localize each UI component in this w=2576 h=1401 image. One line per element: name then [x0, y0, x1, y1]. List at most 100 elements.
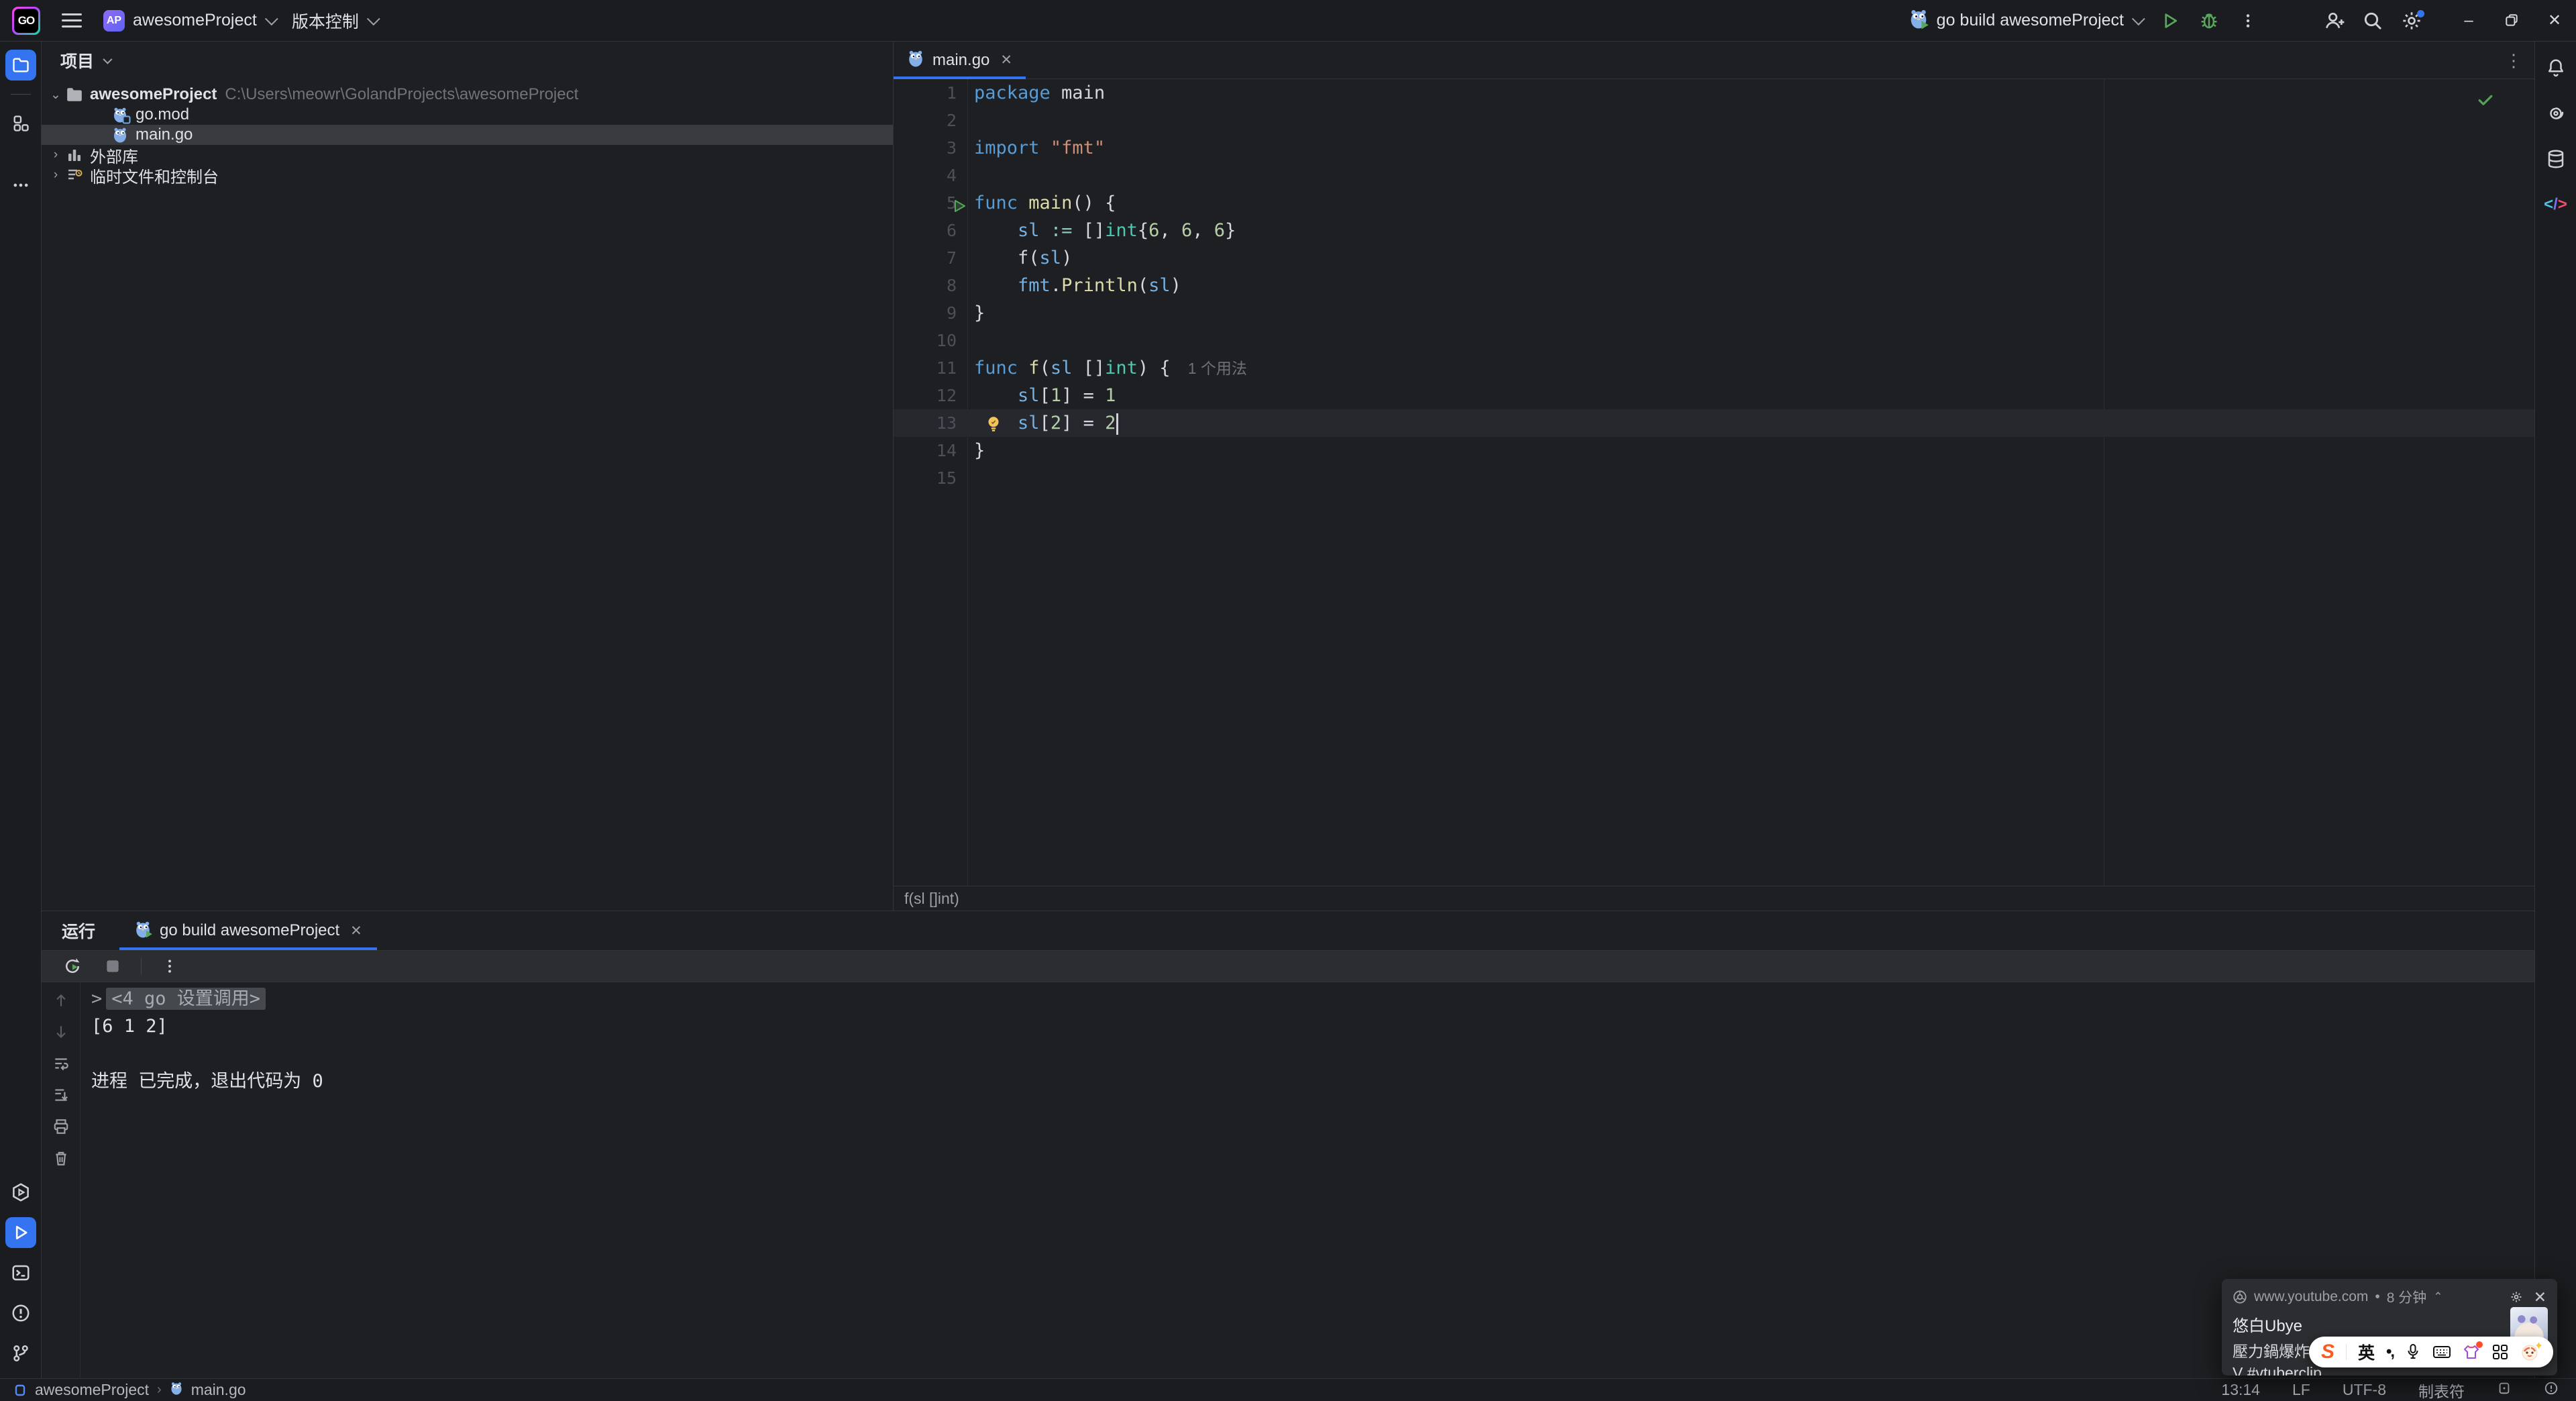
code-line-5[interactable]: 5 func main() {	[894, 189, 2534, 217]
code-icon: </>	[2544, 195, 2567, 213]
code-line-10[interactable]: 10	[894, 327, 2534, 354]
tab-main-go[interactable]: main.go ✕	[894, 42, 1026, 79]
tree-chevron-icon[interactable]: ›	[47, 168, 64, 183]
code-line-1[interactable]: 1 package main	[894, 79, 2534, 107]
usages-inlay-hint[interactable]: 1 个用法	[1188, 360, 1247, 377]
kebab-icon	[2246, 13, 2250, 28]
minimize-button[interactable]: –	[2447, 0, 2490, 42]
tab-options-button[interactable]: ⋮	[2505, 52, 2522, 69]
tree-item-go-mod[interactable]: go.mod	[42, 105, 893, 125]
fold-expander-icon[interactable]: >	[91, 988, 102, 1009]
tree-item-main-go[interactable]: main.go	[42, 125, 893, 145]
line-number: 15	[936, 468, 957, 488]
clear-console-button[interactable]	[51, 1148, 71, 1168]
console-command-fold[interactable]: > <4 go 设置调用>	[91, 985, 2534, 1013]
code-line-11[interactable]: 11 func f(sl []int) {1 个用法	[894, 354, 2534, 382]
scroll-to-end-button[interactable]	[51, 1085, 71, 1105]
tree-item--[interactable]: › 外部库	[42, 145, 893, 166]
tree-item-label: awesomeProject	[90, 85, 217, 103]
sogou-logo-icon[interactable]: S	[2321, 1341, 2334, 1363]
project-widget[interactable]: AP awesomeProject	[103, 9, 278, 32]
status-item[interactable]: 13:14	[2221, 1381, 2260, 1399]
prev-occurrence-button[interactable]	[51, 990, 71, 1010]
keyboard-icon[interactable]	[2432, 1344, 2451, 1360]
status-item[interactable]: UTF-8	[2343, 1381, 2386, 1399]
debug-button[interactable]	[2190, 6, 2229, 36]
breadcrumb[interactable]: f(sl []int)	[894, 886, 2534, 911]
services-tool-button[interactable]	[5, 1177, 36, 1208]
toolbox-grid-icon[interactable]	[2491, 1343, 2509, 1361]
status-item[interactable]: 制表符	[2418, 1379, 2465, 1401]
run-tool-button[interactable]	[5, 1217, 36, 1248]
code-line-14[interactable]: 14}	[894, 437, 2534, 464]
database-button[interactable]	[2540, 144, 2571, 174]
status-file[interactable]: main.go	[191, 1381, 246, 1399]
code-line-12[interactable]: 12 sl[1] = 1	[894, 382, 2534, 409]
soft-wrap-button[interactable]	[51, 1053, 71, 1074]
console-toolbar	[42, 982, 80, 1378]
run-console[interactable]: > <4 go 设置调用> [6 1 2] 进程 已完成，退出代码为 0	[80, 982, 2534, 1378]
tree-item--[interactable]: › 临时文件和控制台	[42, 165, 893, 187]
status-project[interactable]: awesomeProject	[35, 1381, 149, 1399]
next-occurrence-button[interactable]	[51, 1022, 71, 1042]
editor-body[interactable]: 1 package main 2 3 import "fmt" 4 5 func main()…	[894, 79, 2534, 886]
problems-tool-button[interactable]	[5, 1298, 36, 1329]
tree-chevron-icon[interactable]: ›	[47, 148, 64, 162]
git-tool-button[interactable]	[5, 1338, 36, 1369]
code-with-me-button[interactable]	[2314, 6, 2353, 36]
vcs-widget[interactable]: 版本控制	[292, 9, 380, 33]
collapse-icon[interactable]: ⌃	[2433, 1290, 2443, 1304]
more-actions-button[interactable]	[2229, 6, 2267, 36]
notification-close-icon[interactable]: ✕	[2534, 1288, 2546, 1306]
inspections-ok-icon[interactable]	[2475, 90, 2496, 113]
terminal-tool-button[interactable]	[5, 1257, 36, 1288]
library-icon	[64, 147, 85, 163]
code-line-9[interactable]: 9}	[894, 299, 2534, 327]
run-tab-go-build[interactable]: go build awesomeProject ✕	[119, 911, 377, 950]
emoji-face-icon[interactable]: ✦	[2520, 1341, 2543, 1361]
structure-tool-button[interactable]	[5, 108, 36, 139]
close-button[interactable]: ✕	[2533, 0, 2576, 42]
maximize-button[interactable]	[2490, 0, 2533, 42]
tab-close-icon[interactable]: ✕	[1000, 52, 1012, 68]
code-line-8[interactable]: 8 fmt.Println(sl)	[894, 272, 2534, 299]
code-line-7[interactable]: 7 f(sl)	[894, 244, 2534, 272]
print-button[interactable]	[51, 1117, 71, 1137]
code-line-4[interactable]: 4	[894, 162, 2534, 189]
ime-language-toggle[interactable]: 英	[2358, 1340, 2375, 1364]
editor-tab-bar: main.go ✕ ⋮	[894, 42, 2534, 79]
more-tool-windows-button[interactable]	[5, 170, 36, 201]
code-line-13[interactable]: 13 sl[2] = 2	[894, 409, 2534, 437]
code-line-3[interactable]: 3 import "fmt"	[894, 134, 2534, 162]
project-tool-button[interactable]	[5, 50, 36, 81]
stop-button[interactable]	[101, 954, 125, 978]
main-menu-icon[interactable]	[58, 9, 86, 32]
search-everywhere-button[interactable]	[2353, 6, 2392, 36]
status-readonly-toggle[interactable]	[2497, 1381, 2512, 1400]
ime-punctuation-toggle[interactable]: •,	[2386, 1343, 2395, 1361]
ime-toolbar[interactable]: S 英 •, ✦	[2309, 1337, 2553, 1367]
run-options-button[interactable]	[158, 954, 182, 978]
microphone-icon[interactable]	[2405, 1343, 2421, 1361]
status-item[interactable]: LF	[2292, 1381, 2310, 1399]
code-line-15[interactable]: 15	[894, 464, 2534, 492]
rerun-button[interactable]	[60, 954, 85, 978]
notification-settings-icon[interactable]	[2510, 1290, 2523, 1304]
goland-window: GO AP awesomeProject 版本控制 go build aweso…	[0, 0, 2576, 1401]
code-line-6[interactable]: 6 sl := []int{6, 6, 6}	[894, 217, 2534, 244]
notifications-button[interactable]	[2540, 52, 2571, 83]
tree-item-awesomeproject[interactable]: ⌄ awesomeProject C:\Users\meowr\GolandProj…	[42, 85, 893, 105]
code-line-2[interactable]: 2	[894, 107, 2534, 134]
code-tools-button[interactable]: </>	[2540, 189, 2571, 220]
run-tab-close-icon[interactable]: ✕	[350, 923, 362, 939]
ai-assistant-button[interactable]	[2540, 98, 2571, 129]
skin-icon[interactable]	[2463, 1341, 2483, 1360]
settings-button[interactable]	[2392, 6, 2431, 36]
status-inspection-widget[interactable]	[2544, 1381, 2559, 1400]
tree-chevron-icon[interactable]: ⌄	[47, 87, 64, 103]
project-panel-header[interactable]: 项目	[42, 42, 893, 79]
run-configuration-selector[interactable]: go build awesomeProject	[1909, 9, 2145, 32]
run-button[interactable]	[2151, 6, 2190, 36]
